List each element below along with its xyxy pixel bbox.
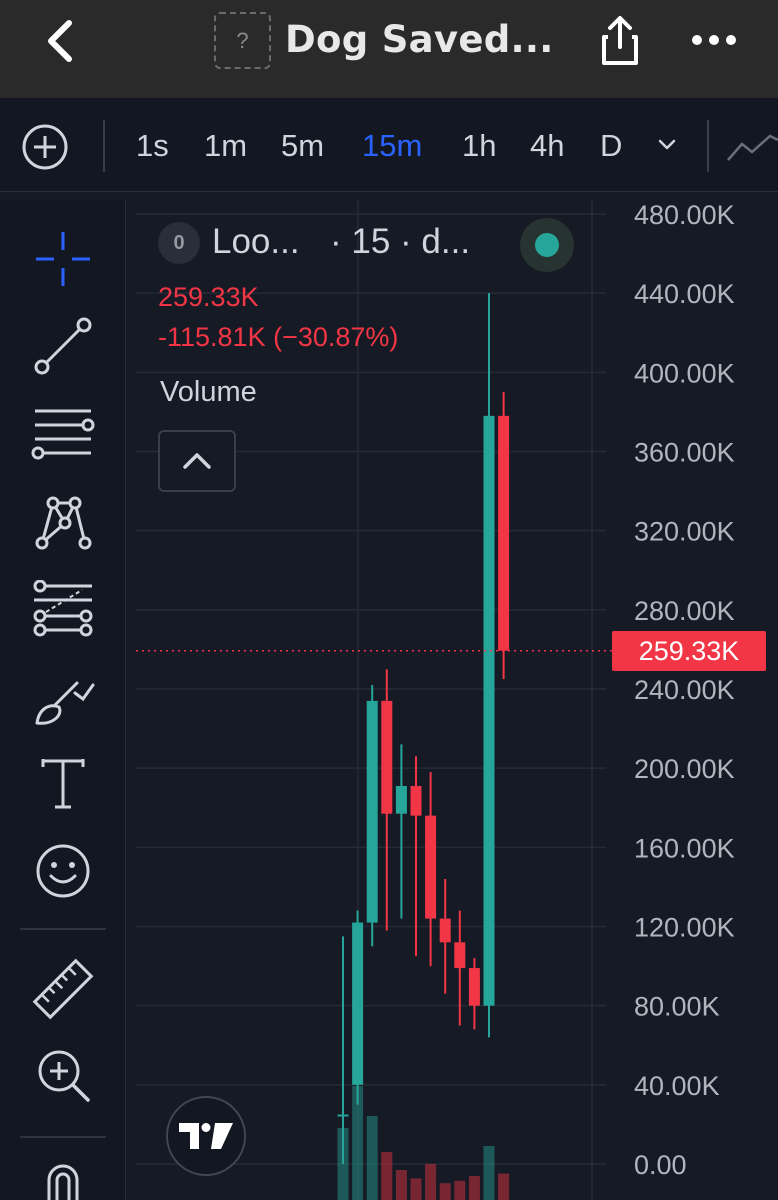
candle-body xyxy=(468,968,480,1006)
emoji-tool[interactable] xyxy=(30,838,96,904)
text-icon xyxy=(41,759,85,809)
drawing-toolbar xyxy=(0,200,126,1200)
candle-body xyxy=(395,785,407,814)
legend-badge: 0 xyxy=(158,222,200,264)
interval-5m[interactable]: 5m xyxy=(281,128,324,164)
zoom-in-tool[interactable] xyxy=(30,1042,96,1108)
y-axis-label: 40.00K xyxy=(634,1071,720,1101)
volume-bar xyxy=(454,1180,466,1200)
fib-retracement-icon xyxy=(33,580,93,637)
horizontal-lines-icon xyxy=(31,409,95,460)
toolbar-separator xyxy=(20,1136,106,1138)
trend-line-icon xyxy=(34,317,92,375)
emoji-icon xyxy=(36,844,90,898)
zoom-in-icon xyxy=(38,1050,90,1102)
navigation-bar: ? Dog Saved... xyxy=(0,0,778,98)
volume-bar xyxy=(439,1183,451,1200)
legend-last-price: 259.33K xyxy=(158,282,259,312)
legend-symbol[interactable]: Loo... xyxy=(212,222,300,262)
pattern-tool[interactable] xyxy=(30,488,96,554)
y-axis-label: 400.00K xyxy=(634,358,735,388)
crosshair-tool[interactable] xyxy=(30,226,96,292)
y-axis-label: 200.00K xyxy=(634,754,735,784)
add-indicator-icon[interactable] xyxy=(20,122,70,172)
pattern-icon xyxy=(35,496,92,550)
y-axis-label: 440.00K xyxy=(634,279,735,309)
interval-1s[interactable]: 1s xyxy=(136,128,169,164)
candle-body xyxy=(410,785,422,816)
legend-price-change: -115.81K (−30.87%) xyxy=(158,322,399,352)
brush-icon xyxy=(35,681,95,725)
collapse-legend-button[interactable] xyxy=(158,430,236,492)
volume-bar xyxy=(366,1116,378,1200)
ruler-icon xyxy=(32,958,94,1020)
trend-line-tool[interactable] xyxy=(30,313,96,379)
candle-body xyxy=(337,1114,349,1117)
share-icon xyxy=(602,16,638,65)
candle-body xyxy=(352,922,364,1085)
toolbar-separator xyxy=(20,928,106,930)
candle-body xyxy=(439,918,451,943)
magnet-tool[interactable] xyxy=(30,1162,96,1200)
back-button[interactable] xyxy=(34,14,86,68)
chart-toolbar: 1s 1m 5m 15m 1h 4h D xyxy=(0,98,778,192)
crosshair-icon xyxy=(36,232,90,286)
chevron-left-icon xyxy=(48,20,72,62)
status-dot-icon xyxy=(535,233,559,257)
last-price-label: 259.33K xyxy=(612,631,766,671)
y-axis-label: 160.00K xyxy=(634,833,735,863)
y-axis-label: 280.00K xyxy=(634,596,735,626)
interval-15m[interactable]: 15m xyxy=(362,128,422,164)
volume-bar xyxy=(410,1178,422,1200)
horizontal-lines-tool[interactable] xyxy=(30,400,96,466)
interval-1h[interactable]: 1h xyxy=(462,128,496,164)
candle-body xyxy=(483,415,495,1006)
volume-bar xyxy=(483,1146,495,1200)
volume-indicator-label[interactable]: Volume xyxy=(160,376,257,409)
y-axis-label: 120.00K xyxy=(634,913,735,943)
toolbar-divider xyxy=(707,120,709,172)
candle-body xyxy=(454,942,466,969)
text-tool[interactable] xyxy=(30,750,96,816)
ruler-tool[interactable] xyxy=(30,956,96,1022)
candle-body xyxy=(425,815,437,919)
volume-bar xyxy=(425,1164,437,1200)
volume-bar xyxy=(498,1173,510,1200)
chevron-down-icon[interactable] xyxy=(652,132,682,156)
interval-d[interactable]: D xyxy=(600,128,622,164)
tradingview-logo-icon xyxy=(179,1123,233,1149)
legend-interval: · 15 · d... xyxy=(330,222,471,261)
interval-1m[interactable]: 1m xyxy=(204,128,247,164)
chevron-up-icon xyxy=(183,453,211,469)
candle-body xyxy=(381,700,393,814)
tradingview-logo[interactable] xyxy=(166,1096,246,1176)
magnet-icon xyxy=(47,1164,79,1200)
y-axis-label: 240.00K xyxy=(634,675,735,705)
volume-bar xyxy=(395,1170,407,1200)
market-status-indicator[interactable] xyxy=(520,218,574,272)
candle-body xyxy=(366,700,378,923)
y-axis-label: 360.00K xyxy=(634,438,735,468)
more-dots-icon xyxy=(692,35,736,45)
y-axis-label: 320.00K xyxy=(634,517,735,547)
fib-retracement-tool[interactable] xyxy=(30,576,96,642)
interval-4h[interactable]: 4h xyxy=(530,128,564,164)
candle-body xyxy=(498,415,510,651)
volume-bar xyxy=(381,1152,393,1200)
volume-bar xyxy=(468,1176,480,1200)
y-axis-label: 0.00 xyxy=(634,1150,687,1180)
page-title: Dog Saved... xyxy=(285,18,554,61)
y-axis-label: 80.00K xyxy=(634,992,720,1022)
more-options-button[interactable] xyxy=(684,14,744,66)
chart-type-icon[interactable] xyxy=(726,132,778,162)
brush-tool[interactable] xyxy=(30,668,96,734)
share-button[interactable] xyxy=(592,10,648,72)
token-placeholder-icon: ? xyxy=(214,12,271,69)
toolbar-divider xyxy=(103,120,105,172)
y-axis-label: 480.00K xyxy=(634,200,735,230)
